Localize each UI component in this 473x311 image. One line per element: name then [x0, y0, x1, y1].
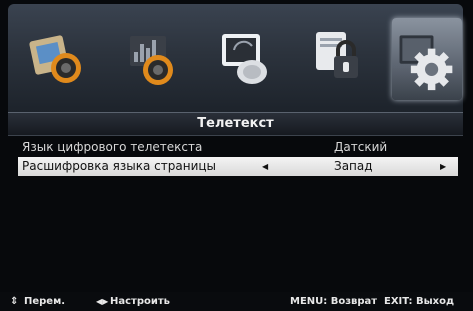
teletext-menu-list: Язык цифрового телетекста Датский Расшиф… [18, 138, 458, 176]
channel-settings-icon[interactable] [214, 18, 280, 100]
left-right-arrows-icon: ◀▶ [96, 297, 109, 306]
row-value: Запад [334, 159, 373, 173]
menu-row-page-language-decoding[interactable]: Расшифровка языка страницы ◀ Запад ▶ [18, 157, 458, 176]
menu-row-digital-teletext-language[interactable]: Язык цифрового телетекста Датский [18, 138, 458, 157]
tv-osd-screen: Телетекст Язык цифрового телетекста Датс… [0, 0, 473, 311]
picture-settings-icon[interactable] [26, 18, 92, 100]
right-arrow-icon[interactable]: ▶ [440, 157, 446, 176]
key-hint-bar: ⇕ Перем. ◀▶ Настроить MENU: Возврат EXIT… [0, 292, 473, 311]
row-label: Язык цифрового телетекста [22, 140, 203, 154]
menu-icon-bar [8, 4, 463, 112]
hint-adjust: Настроить [110, 296, 170, 307]
setup-gear-icon[interactable] [392, 18, 462, 100]
hint-exit: EXIT: Выход [384, 296, 455, 307]
left-arrow-icon[interactable]: ◀ [262, 157, 268, 176]
hint-menu-back: MENU: Возврат [290, 296, 378, 307]
row-value: Датский [334, 140, 388, 154]
row-label: Расшифровка языка страницы [22, 159, 217, 173]
up-down-arrows-icon: ⇕ [10, 296, 19, 307]
sound-settings-icon[interactable] [120, 18, 186, 100]
menu-title: Телетекст [8, 112, 463, 136]
hint-move: Перем. [24, 296, 66, 307]
lock-settings-icon[interactable] [308, 18, 374, 100]
